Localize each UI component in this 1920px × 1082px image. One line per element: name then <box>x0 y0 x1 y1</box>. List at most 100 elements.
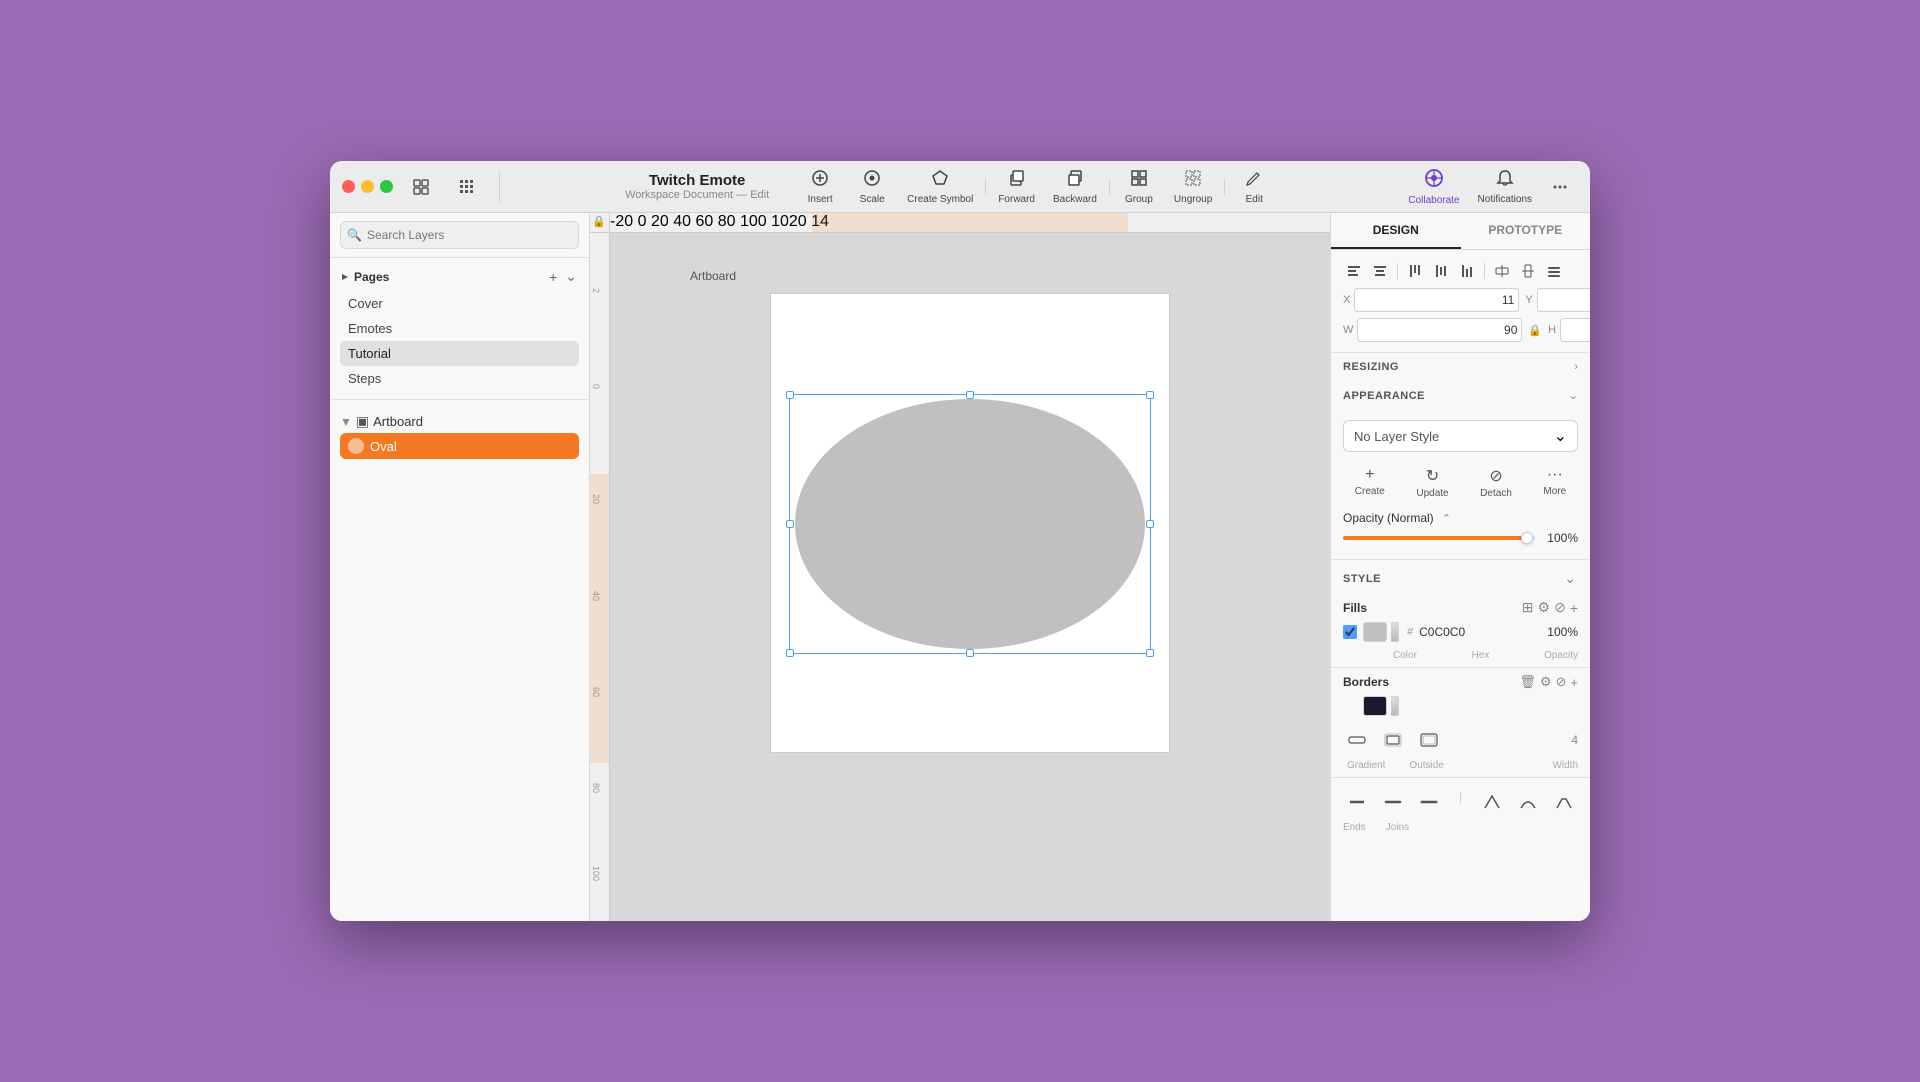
border-gradient-btn[interactable] <box>1343 728 1371 752</box>
w-input[interactable] <box>1357 318 1522 342</box>
distribute-v-button[interactable] <box>1517 260 1539 282</box>
fill-checkbox[interactable] <box>1343 625 1357 639</box>
border-color-swatch[interactable] <box>1363 696 1387 716</box>
update-label: Update <box>1416 488 1448 499</box>
handle-bottom-center[interactable] <box>966 649 974 657</box>
style-section-header[interactable]: STYLE ⌄ <box>1331 560 1590 597</box>
align-bottom-button[interactable] <box>1456 260 1478 282</box>
close-button[interactable] <box>342 180 355 193</box>
border-outside-btn[interactable] <box>1379 728 1407 752</box>
artboard[interactable] <box>770 293 1170 753</box>
canvas-content[interactable]: Artboard <box>610 233 1330 921</box>
pages-collapse-icon <box>340 272 350 282</box>
size-row: W 🔒 H <box>1343 318 1578 342</box>
fill-col-hex: Hex <box>1423 650 1538 661</box>
ungroup-button[interactable]: Ungroup <box>1166 165 1220 209</box>
notifications-button[interactable]: Notifications <box>1470 165 1540 209</box>
layer-style-text: No Layer Style <box>1354 429 1439 444</box>
end-round-button[interactable] <box>1379 790 1407 814</box>
end-square-button[interactable] <box>1415 790 1443 814</box>
create-symbol-button[interactable]: Create Symbol <box>899 165 981 209</box>
canvas-view-button[interactable] <box>403 169 439 205</box>
style-detach-button[interactable]: ⊘ Detach <box>1472 462 1520 503</box>
fill-gradient-handle[interactable] <box>1391 622 1399 642</box>
borders-add-icon[interactable]: + <box>1570 675 1578 690</box>
page-tutorial[interactable]: Tutorial <box>340 341 579 366</box>
y-input[interactable] <box>1537 288 1590 312</box>
distribute-h-button[interactable] <box>1491 260 1513 282</box>
notifications-label: Notifications <box>1478 194 1532 205</box>
handle-top-center[interactable] <box>966 391 974 399</box>
style-more-button[interactable]: ··· More <box>1535 462 1574 503</box>
fills-layers-icon[interactable]: ⊞ <box>1522 599 1534 616</box>
oval-selection-container[interactable] <box>789 394 1151 654</box>
alignment-row <box>1343 260 1578 282</box>
handle-bottom-left[interactable] <box>786 649 794 657</box>
app-window: Twitch Emote Workspace Document — Edit I… <box>330 161 1590 921</box>
pages-header: Pages + ⌄ <box>340 266 579 287</box>
join-round-button[interactable] <box>1514 790 1542 814</box>
tab-prototype[interactable]: PROTOTYPE <box>1461 213 1591 249</box>
selection-handles <box>789 394 1151 654</box>
fill-column-labels: Color Hex Opacity <box>1331 650 1590 667</box>
forward-button[interactable]: Forward <box>990 165 1043 209</box>
opacity-label: Opacity (Normal) <box>1343 511 1434 525</box>
borders-mask-icon[interactable]: ⊘ <box>1556 674 1567 690</box>
style-update-button[interactable]: ↻ Update <box>1408 462 1456 503</box>
create-symbol-label: Create Symbol <box>907 194 973 205</box>
page-emotes[interactable]: Emotes <box>340 316 579 341</box>
align-center-h-button[interactable] <box>1369 260 1391 282</box>
handle-top-right[interactable] <box>1146 391 1154 399</box>
end-flat-button[interactable] <box>1343 790 1371 814</box>
borders-settings-icon[interactable]: ⚙ <box>1540 674 1552 690</box>
lock-ratio-icon[interactable]: 🔒 <box>1528 324 1542 337</box>
style-create-button[interactable]: + Create <box>1347 462 1393 503</box>
collaborate-button[interactable]: Collaborate <box>1400 164 1467 210</box>
fills-settings-icon[interactable]: ⚙ <box>1538 599 1551 616</box>
oval-layer-item[interactable]: Oval <box>340 433 579 459</box>
backward-button[interactable]: Backward <box>1045 165 1105 209</box>
h-input[interactable] <box>1560 318 1590 342</box>
collaborate-icon <box>1424 168 1444 193</box>
more-options-button[interactable] <box>1542 169 1578 205</box>
fill-hex-value[interactable]: C0C0C0 <box>1419 625 1541 639</box>
handle-middle-left[interactable] <box>786 520 794 528</box>
borders-delete-icon[interactable]: 🗑 <box>1519 674 1536 690</box>
edit-button[interactable]: Edit <box>1229 165 1279 209</box>
minimize-button[interactable] <box>361 180 374 193</box>
group-button[interactable]: Group <box>1114 165 1164 209</box>
fill-hash: # <box>1407 626 1413 638</box>
handle-bottom-right[interactable] <box>1146 649 1154 657</box>
fills-add-icon[interactable]: + <box>1570 600 1578 616</box>
align-top-button[interactable] <box>1404 260 1426 282</box>
scale-button[interactable]: Scale <box>847 165 897 209</box>
pages-menu-button[interactable]: ⌄ <box>563 266 579 287</box>
border-gradient-handle[interactable] <box>1391 696 1399 716</box>
layer-style-dropdown[interactable]: No Layer Style ⌄ <box>1343 420 1578 452</box>
border-inside-btn[interactable] <box>1415 728 1443 752</box>
fill-opacity-value[interactable]: 100% <box>1547 625 1578 639</box>
maximize-button[interactable] <box>380 180 393 193</box>
tab-design[interactable]: DESIGN <box>1331 213 1461 249</box>
add-page-button[interactable]: + <box>547 266 559 287</box>
page-cover[interactable]: Cover <box>340 291 579 316</box>
join-miter-button[interactable] <box>1478 790 1506 814</box>
more-align-button[interactable] <box>1543 260 1565 282</box>
artboard-layer-header[interactable]: ▼ ▣ Artboard <box>340 410 579 433</box>
x-input[interactable] <box>1354 288 1519 312</box>
join-bevel-button[interactable] <box>1550 790 1578 814</box>
grid-view-button[interactable] <box>449 169 485 205</box>
handle-middle-right[interactable] <box>1146 520 1154 528</box>
fill-color-swatch[interactable] <box>1363 622 1387 642</box>
fills-mask-icon[interactable]: ⊘ <box>1554 599 1566 616</box>
canvas-area[interactable]: 🔒 -20 0 20 40 60 80 100 1020 14 <box>590 213 1330 921</box>
appearance-section-header[interactable]: APPEARANCE ⌄ <box>1331 381 1590 410</box>
search-input[interactable] <box>340 221 579 249</box>
tb-separator <box>985 179 986 195</box>
align-left-button[interactable] <box>1343 260 1365 282</box>
resizing-section-header[interactable]: RESIZING › <box>1331 353 1590 381</box>
page-steps[interactable]: Steps <box>340 366 579 391</box>
handle-top-left[interactable] <box>786 391 794 399</box>
align-center-v-button[interactable] <box>1430 260 1452 282</box>
insert-button[interactable]: Insert <box>795 165 845 209</box>
